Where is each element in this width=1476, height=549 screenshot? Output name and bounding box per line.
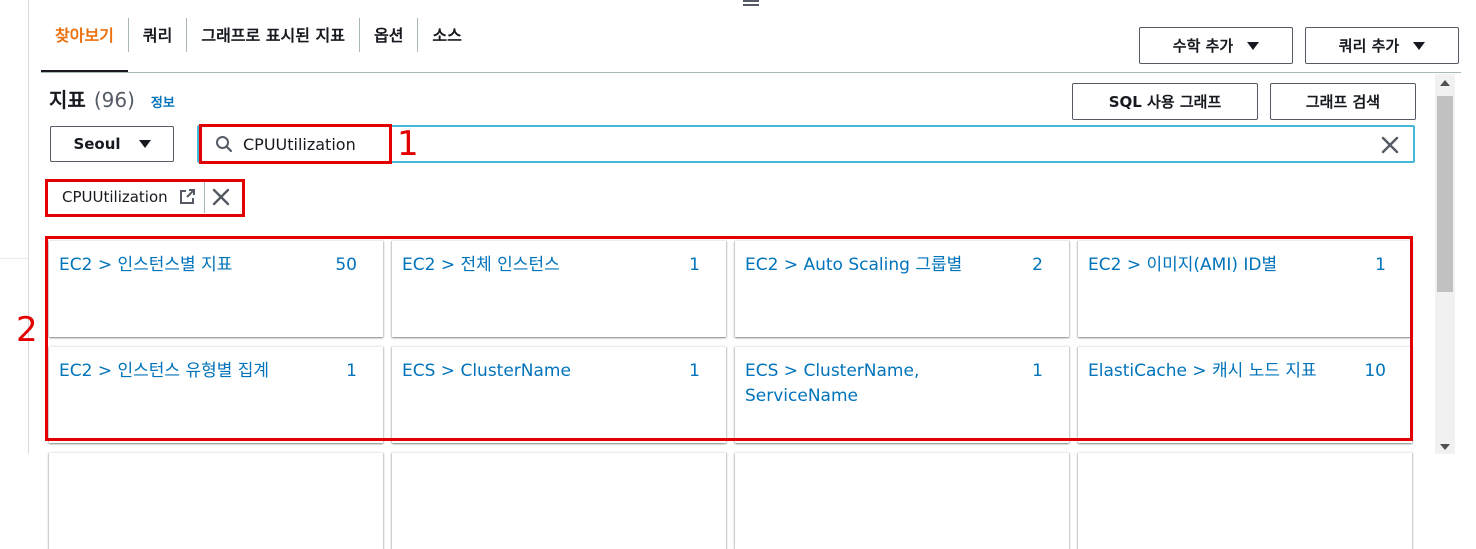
edit-icon[interactable]: [178, 188, 196, 206]
namespace-card[interactable]: EC2 > 인스턴스별 지표 50: [49, 240, 383, 337]
caret-down-icon: [138, 140, 151, 148]
graph-with-sql-label: SQL 사용 그래프: [1108, 93, 1222, 111]
graph-search-button[interactable]: 그래프 검색: [1270, 83, 1416, 120]
namespace-label: EC2 > Auto Scaling 그룹별: [745, 255, 963, 275]
namespace-label: EC2 > 인스턴스 유형별 집계: [59, 361, 270, 381]
graph-search-label: 그래프 검색: [1305, 93, 1381, 111]
namespace-label: ElastiCache > 캐시 노드 지표: [1088, 361, 1317, 381]
namespace-card[interactable]: EC2 > 인스턴스 유형별 집계 1: [49, 346, 383, 443]
scroll-down-icon[interactable]: [1440, 444, 1450, 450]
namespace-card[interactable]: EC2 > Auto Scaling 그룹별 2: [735, 240, 1069, 337]
metrics-heading: 지표 (96) 정보: [49, 84, 175, 113]
namespace-card[interactable]: EC2 > 이미지(AMI) ID별 1: [1078, 240, 1412, 337]
scroll-up-icon[interactable]: [1440, 80, 1450, 86]
add-math-label: 수학 추가: [1172, 37, 1234, 55]
add-query-label: 쿼리 추가: [1338, 37, 1400, 55]
metric-search-input[interactable]: CPUUtilization: [197, 125, 1415, 163]
annotation-number-2: 2: [16, 310, 38, 350]
tab-graphed-metrics[interactable]: 그래프로 표시된 지표: [187, 8, 359, 72]
tab-browse[interactable]: 찾아보기: [41, 8, 128, 73]
tab-bar: 찾아보기 쿼리 그래프로 표시된 지표 옵션 소스: [41, 8, 476, 73]
filter-token: CPUUtilization: [46, 180, 237, 214]
metrics-count: (96): [93, 88, 135, 112]
tabs-underline: [41, 72, 1461, 73]
namespace-grid: EC2 > 인스턴스별 지표 50 EC2 > 전체 인스턴스 1 EC2 > …: [49, 240, 1412, 549]
namespace-count: 1: [1375, 255, 1386, 275]
annotation-number-1: 1: [397, 124, 419, 164]
remove-filter-icon[interactable]: [211, 187, 231, 207]
namespace-card[interactable]: ECS > ClusterName, ServiceName 1: [735, 346, 1069, 443]
caret-down-icon: [1247, 41, 1260, 50]
graph-with-sql-button[interactable]: SQL 사용 그래프: [1072, 83, 1258, 120]
namespace-count: 1: [689, 361, 700, 381]
namespace-count: 1: [1032, 361, 1043, 381]
namespace-card[interactable]: [49, 452, 383, 549]
tab-options[interactable]: 옵션: [360, 8, 417, 72]
namespace-count: 1: [689, 255, 700, 275]
outer-divider: [0, 258, 30, 259]
search-icon: [216, 136, 233, 153]
namespace-card[interactable]: EC2 > 전체 인스턴스 1: [392, 240, 726, 337]
namespace-label: ECS > ClusterName: [402, 361, 571, 381]
tab-source[interactable]: 소스: [418, 8, 475, 72]
caret-down-icon: [1413, 41, 1426, 50]
token-divider: [203, 181, 205, 213]
drag-handle-icon[interactable]: [743, 0, 759, 6]
namespace-label: EC2 > 전체 인스턴스: [402, 255, 560, 275]
region-select[interactable]: Seoul: [50, 126, 174, 162]
namespace-card[interactable]: [392, 452, 726, 549]
vertical-scrollbar[interactable]: [1435, 74, 1455, 454]
region-label: Seoul: [73, 135, 121, 153]
metrics-browser-panel: 찾아보기 쿼리 그래프로 표시된 지표 옵션 소스 수학 추가 쿼리 추가 지표…: [28, 0, 1476, 549]
namespace-card[interactable]: [1078, 452, 1412, 549]
namespace-count: 1: [346, 361, 357, 381]
namespace-count: 2: [1032, 255, 1043, 275]
namespace-card[interactable]: [735, 452, 1069, 549]
tab-query[interactable]: 쿼리: [129, 8, 186, 72]
namespace-card[interactable]: ECS > ClusterName 1: [392, 346, 726, 443]
search-value: CPUUtilization: [243, 135, 356, 154]
filter-token-label: CPUUtilization: [62, 188, 168, 206]
metrics-title: 지표: [49, 88, 86, 112]
namespace-count: 10: [1364, 361, 1386, 381]
add-math-button[interactable]: 수학 추가: [1139, 27, 1293, 64]
clear-search-icon[interactable]: [1379, 134, 1401, 156]
namespace-card[interactable]: ElastiCache > 캐시 노드 지표 10: [1078, 346, 1412, 443]
add-query-button[interactable]: 쿼리 추가: [1305, 27, 1459, 64]
namespace-label: EC2 > 이미지(AMI) ID별: [1088, 255, 1278, 275]
scroll-thumb[interactable]: [1437, 96, 1453, 292]
namespace-count: 50: [335, 255, 357, 275]
namespace-label: EC2 > 인스턴스별 지표: [59, 255, 233, 275]
info-link[interactable]: 정보: [151, 92, 175, 111]
namespace-label: ECS > ClusterName, ServiceName: [745, 361, 920, 406]
